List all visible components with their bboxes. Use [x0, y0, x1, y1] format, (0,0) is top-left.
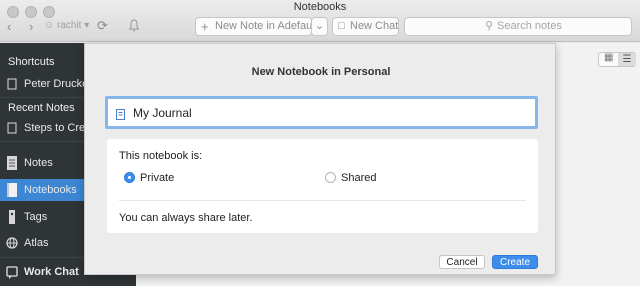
chat-icon	[6, 266, 18, 279]
new-notebook-dialog: New Notebook in Personal This notebook i…	[84, 43, 556, 275]
new-chat-label: New Chat	[350, 20, 399, 32]
new-note-button[interactable]: + New Note in Adefault	[195, 17, 312, 36]
forward-arrow-icon[interactable]: ›	[29, 20, 33, 34]
sidebar-item-label: Work Chat	[24, 266, 79, 278]
notebook-name-field[interactable]	[105, 96, 538, 129]
tag-icon	[9, 210, 15, 224]
private-label: Private	[140, 172, 175, 184]
divider	[119, 200, 526, 201]
sync-icon[interactable]: ⟳	[97, 19, 108, 33]
radio-unselected-icon	[325, 172, 336, 183]
plus-icon: +	[201, 19, 209, 34]
shortcuts-header: Shortcuts	[8, 56, 55, 68]
notes-icon	[7, 156, 17, 170]
share-later-hint: You can always share later.	[119, 212, 253, 224]
notebook-icon	[116, 109, 125, 120]
bell-icon[interactable]	[128, 19, 140, 35]
chevron-down-icon: ⌄	[314, 20, 325, 32]
shared-label: Shared	[341, 172, 377, 184]
user-icon: ☺	[44, 20, 55, 31]
account-name: rachit	[57, 20, 82, 31]
chevron-down-icon: ▾	[84, 20, 90, 31]
window-toolbar: Notebooks ‹ › ☺ rachit ▾ ⟳ + New Note in…	[0, 0, 640, 42]
sidebar-item-label: Notes	[24, 157, 53, 169]
window-title: Notebooks	[293, 1, 347, 13]
account-switcher[interactable]: ☺ rachit ▾	[44, 20, 89, 31]
grid-view-icon[interactable]: ▦	[604, 52, 613, 63]
search-placeholder: Search notes	[497, 20, 562, 32]
search-icon: ⚲	[485, 20, 494, 32]
view-toggle[interactable]: ▦ ☰	[598, 52, 636, 67]
search-input[interactable]: ⚲ Search notes	[404, 17, 632, 36]
create-button[interactable]: Create	[492, 255, 538, 269]
radio-selected-icon	[124, 172, 135, 183]
sharing-question: This notebook is:	[119, 150, 203, 162]
sidebar-item-label: Notebooks	[24, 184, 77, 196]
note-icon	[7, 122, 17, 134]
notebook-icon	[7, 183, 17, 197]
dialog-title: New Notebook in Personal	[251, 66, 391, 78]
new-note-label: New Note in Adefault	[215, 20, 312, 32]
sharing-panel: This notebook is: Private Shared You can…	[107, 139, 538, 233]
sidebar-item-label: Atlas	[24, 237, 49, 249]
new-note-dropdown[interactable]: ⌄	[311, 17, 328, 36]
back-arrow-icon[interactable]: ‹	[7, 20, 11, 34]
globe-icon	[6, 237, 18, 249]
notebook-name-input[interactable]	[133, 103, 513, 123]
new-chat-button[interactable]: □ New Chat	[332, 17, 399, 36]
cancel-button[interactable]: Cancel	[439, 255, 485, 269]
list-view-icon[interactable]: ☰	[618, 53, 636, 66]
recent-notes-header: Recent Notes	[8, 102, 75, 114]
chat-icon: □	[338, 20, 345, 32]
sidebar-item-label: Tags	[24, 211, 48, 223]
note-icon	[7, 78, 17, 90]
